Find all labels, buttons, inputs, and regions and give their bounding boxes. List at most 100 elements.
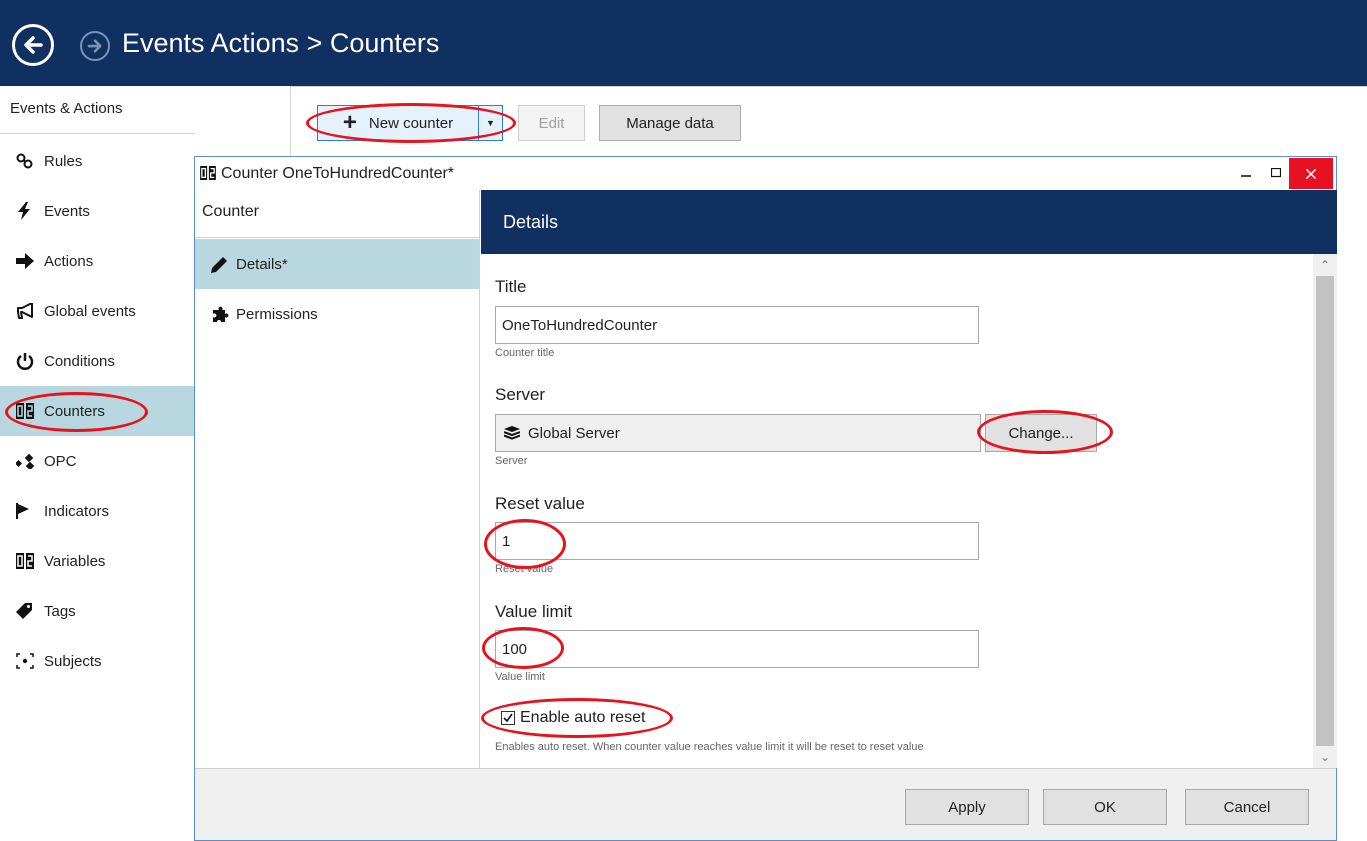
tab-label: Permissions [236, 305, 318, 323]
dialog-titlebar: Counter OneToHundredCounter* [195, 157, 1336, 190]
ok-button[interactable]: OK [1043, 789, 1167, 825]
title-hint: Counter title [495, 347, 555, 359]
server-icon [504, 426, 520, 440]
new-counter-button[interactable]: + New counter [317, 105, 479, 141]
pencil-icon [211, 256, 231, 273]
maximize-button[interactable] [1261, 159, 1291, 187]
tag-icon [16, 602, 38, 620]
power-icon [16, 352, 38, 370]
sidebar-item-label: Events [44, 202, 90, 220]
back-button[interactable] [12, 24, 54, 66]
lightning-icon [16, 202, 38, 220]
counter-dialog: Counter OneToHundredCounter* Counter Det… [194, 156, 1337, 841]
cancel-button[interactable]: Cancel [1185, 789, 1309, 825]
subjects-icon [16, 652, 38, 670]
sidebar-item-global-events[interactable]: Global events [0, 286, 195, 336]
dialog-nav-heading: Counter [202, 203, 259, 220]
change-server-button[interactable]: Change... [985, 414, 1097, 452]
sidebar-item-label: Indicators [44, 502, 110, 520]
sidebar-item-variables[interactable]: Variables [0, 536, 195, 586]
reset-value-input[interactable]: 1 [495, 522, 979, 560]
arrow-left-circle-icon [24, 36, 43, 54]
page-title: Events Actions > Counters [122, 28, 440, 58]
checkmark-icon [503, 713, 513, 723]
dialog-footer: Apply OK Cancel [195, 768, 1336, 840]
reset-value-label: Reset value [495, 494, 585, 513]
title-input[interactable]: OneToHundredCounter [495, 306, 979, 344]
scroll-thumb[interactable] [1316, 276, 1334, 746]
arrow-right-circle-icon [87, 39, 102, 53]
sidebar-item-label: Global events [44, 302, 136, 320]
sidebar-item-conditions[interactable]: Conditions [0, 336, 195, 386]
scrollbar[interactable]: ⌃ ⌄ [1313, 254, 1337, 768]
sidebar-item-rules[interactable]: Rules [0, 136, 195, 186]
edit-button[interactable]: Edit [518, 105, 585, 141]
opc-icon [16, 452, 38, 470]
variables-icon [16, 552, 38, 570]
sidebar-item-tags[interactable]: Tags [0, 586, 195, 636]
sidebar-item-events[interactable]: Events [0, 186, 195, 236]
dialog-nav: Counter Details* Permissions [195, 190, 480, 768]
details-panel: Details ⌃ ⌄ Title OneToHundredCounter Co… [481, 190, 1337, 768]
divider [0, 133, 195, 134]
puzzle-icon [211, 306, 231, 323]
server-field: Global Server [495, 414, 981, 452]
server-hint: Server [495, 455, 528, 467]
auto-reset-label: Enable auto reset [520, 709, 646, 726]
sidebar-item-label: Subjects [44, 652, 102, 670]
minimize-icon [1241, 175, 1251, 177]
minimize-button[interactable] [1231, 159, 1261, 187]
sidebar-item-indicators[interactable]: Indicators [0, 486, 195, 536]
tab-permissions[interactable]: Permissions [195, 289, 479, 339]
close-button[interactable] [1289, 158, 1333, 189]
sidebar-item-subjects[interactable]: Subjects [0, 636, 195, 686]
scroll-down-button[interactable]: ⌄ [1313, 746, 1337, 768]
server-value: Global Server [528, 424, 620, 442]
counter-icon [16, 402, 38, 420]
server-label: Server [495, 385, 546, 404]
title-label: Title [495, 277, 527, 296]
tab-label: Details* [236, 255, 288, 273]
sidebar-item-opc[interactable]: OPC [0, 436, 195, 486]
sidebar-item-label: Actions [44, 252, 94, 270]
apply-button[interactable]: Apply [905, 789, 1029, 825]
new-counter-label: New counter [368, 114, 454, 132]
manage-data-button[interactable]: Manage data [599, 105, 741, 141]
sidebar-item-label: OPC [44, 452, 77, 470]
chevron-down-icon: ▼ [486, 118, 495, 128]
sidebar-item-label: Counters [44, 402, 105, 420]
megaphone-icon [16, 302, 38, 320]
value-limit-label: Value limit [495, 602, 573, 621]
sidebar-item-label: Variables [44, 552, 106, 570]
forward-button[interactable] [80, 31, 110, 61]
chevron-down-icon: ⌄ [1319, 750, 1331, 764]
counter-icon [200, 166, 216, 185]
arrow-right-icon [16, 252, 38, 270]
sidebar-item-actions[interactable]: Actions [0, 236, 195, 286]
section-title: Details [503, 212, 559, 232]
scroll-up-button[interactable]: ⌃ [1313, 254, 1337, 276]
reset-value-hint: Reset value [495, 563, 554, 575]
tab-details[interactable]: Details* [195, 239, 479, 289]
auto-reset-checkbox[interactable]: Enable auto reset [501, 709, 645, 727]
section-header: Details [481, 190, 1337, 254]
sidebar-item-label: Conditions [44, 352, 115, 370]
rules-icon [16, 152, 38, 170]
dialog-title: Counter OneToHundredCounter* [221, 165, 455, 182]
divider [195, 237, 480, 238]
sidebar-item-counters[interactable]: Counters [0, 386, 195, 436]
new-counter-dropdown-button[interactable]: ▼ [478, 105, 503, 141]
sidebar-heading: Events & Actions [10, 100, 123, 117]
close-icon [1306, 168, 1316, 179]
chevron-up-icon: ⌃ [1319, 258, 1331, 272]
value-limit-input[interactable]: 100 [495, 630, 979, 668]
app-header: Events Actions > Counters [0, 0, 1367, 86]
app-window: Events Actions > Counters Events & Actio… [0, 0, 1367, 841]
checkbox-box[interactable] [501, 711, 515, 725]
divider [290, 86, 1367, 87]
maximize-icon [1271, 168, 1281, 178]
sidebar-item-label: Tags [44, 602, 76, 620]
auto-reset-hint: Enables auto reset. When counter value r… [495, 741, 924, 753]
divider [290, 86, 291, 156]
value-limit-hint: Value limit [495, 671, 545, 683]
